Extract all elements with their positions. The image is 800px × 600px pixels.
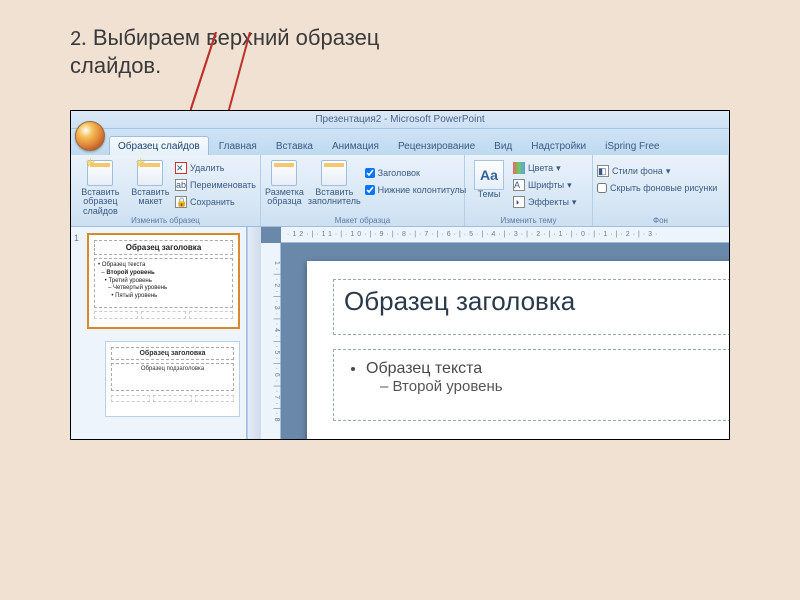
colors-button[interactable]: Цвета ▾ xyxy=(513,160,576,176)
master-layout-button[interactable]: Разметка образца xyxy=(265,157,304,207)
insert-placeholder-button[interactable]: Вставить заполнитель xyxy=(308,157,361,207)
title-placeholder-text: Образец заголовка xyxy=(344,286,575,316)
group-background-title: Фон xyxy=(593,216,728,225)
preserve-button[interactable]: 🔒Сохранить xyxy=(175,194,256,210)
delete-icon: ✕ xyxy=(175,162,187,174)
thumbnail-pane[interactable]: 1 Образец заголовка • Образец текста – В… xyxy=(71,227,247,439)
body-placeholder[interactable]: Образец текста Второй уровень Третий уро… xyxy=(333,349,729,421)
editor-canvas-area: ·12·|·11·|·10·|·9·|·8·|·7·|·6·|·5·|·4·|·… xyxy=(261,227,729,439)
work-area: 1 Образец заголовка • Образец текста – В… xyxy=(71,227,729,439)
effects-icon: ◑ xyxy=(513,196,525,208)
screenshot-frame: Презентация2 - Microsoft PowerPoint Обра… xyxy=(70,110,730,440)
insert-layout-label: Вставить макет xyxy=(130,188,171,207)
group-edit-theme: Aa Темы Цвета ▾ AШрифты ▾ ◑Эффекты ▾ Изм… xyxy=(465,155,593,226)
rename-button[interactable]: abПереименовать xyxy=(175,177,256,193)
layout-thumb-subtitle: Образец подзаголовка xyxy=(111,363,234,391)
vertical-ruler: 1·|·2·|·3·|·4·|·5·|·6·|·7·|·8 xyxy=(261,243,281,439)
tab-ispring[interactable]: iSpring Free xyxy=(596,136,668,155)
themes-label: Темы xyxy=(478,190,501,199)
title-placeholder[interactable]: Образец заголовка xyxy=(333,279,729,335)
window-titlebar: Презентация2 - Microsoft PowerPoint xyxy=(71,111,729,129)
horizontal-ruler: ·12·|·11·|·10·|·9·|·8·|·7·|·6·|·5·|·4·|·… xyxy=(281,227,729,243)
insert-layout-button[interactable]: Вставить макет xyxy=(130,157,171,207)
group-background: ◧Стили фона ▾ Скрыть фоновые рисунки Фон xyxy=(593,155,729,226)
themes-button[interactable]: Aa Темы xyxy=(469,157,509,199)
tab-slide-master[interactable]: Образец слайдов xyxy=(109,136,209,155)
placeholder-icon xyxy=(321,160,347,186)
group-edit-theme-title: Изменить тему xyxy=(465,216,592,225)
instruction-text: 2. Выбираем верхний образец слайдов. xyxy=(70,24,379,79)
group-edit-master-title: Изменить образец xyxy=(71,216,260,225)
insert-placeholder-label: Вставить заполнитель xyxy=(308,188,361,207)
insert-slide-master-button[interactable]: Вставить образец слайдов xyxy=(75,157,126,216)
slide-master-icon xyxy=(87,160,113,186)
layout-thumb-1[interactable]: Образец заголовка Образец подзаголовка xyxy=(105,341,240,417)
chk-title[interactable]: Заголовок xyxy=(365,165,467,181)
layout-thumb-title: Образец заголовка xyxy=(111,347,234,360)
insert-slide-master-label: Вставить образец слайдов xyxy=(75,188,126,216)
tab-view[interactable]: Вид xyxy=(485,136,521,155)
master-layout-icon xyxy=(271,160,297,186)
themes-icon: Aa xyxy=(474,160,504,190)
fonts-icon: A xyxy=(513,179,525,191)
group-master-layout: Разметка образца Вставить заполнитель За… xyxy=(261,155,465,226)
bg-styles-icon: ◧ xyxy=(597,165,609,177)
background-styles-button[interactable]: ◧Стили фона ▾ xyxy=(597,163,717,179)
office-button[interactable] xyxy=(75,121,105,151)
group-master-layout-title: Макет образца xyxy=(261,216,464,225)
effects-button[interactable]: ◑Эффекты ▾ xyxy=(513,194,576,210)
tab-addins[interactable]: Надстройки xyxy=(522,136,595,155)
master-slide-thumb[interactable]: Образец заголовка • Образец текста – Вто… xyxy=(87,233,240,329)
rename-icon: ab xyxy=(175,179,187,191)
tab-review[interactable]: Рецензирование xyxy=(389,136,484,155)
fonts-button[interactable]: AШрифты ▾ xyxy=(513,177,576,193)
ribbon: Вставить образец слайдов Вставить макет … xyxy=(71,155,729,227)
chk-hide-bg-graphics[interactable]: Скрыть фоновые рисунки xyxy=(597,180,717,196)
colors-icon xyxy=(513,162,525,174)
master-layout-label: Разметка образца xyxy=(265,188,304,207)
master-index: 1 xyxy=(74,233,79,243)
preserve-icon: 🔒 xyxy=(175,196,187,208)
tab-insert[interactable]: Вставка xyxy=(267,136,322,155)
delete-button[interactable]: ✕Удалить xyxy=(175,160,256,176)
master-thumb-title: Образец заголовка xyxy=(94,240,233,255)
window-title: Презентация2 - Microsoft PowerPoint xyxy=(315,114,484,125)
group-edit-master: Вставить образец слайдов Вставить макет … xyxy=(71,155,261,226)
ribbon-tab-row: Образец слайдов Главная Вставка Анимация… xyxy=(71,129,729,155)
chk-footers[interactable]: Нижние колонтитулы xyxy=(365,182,467,198)
layout-icon xyxy=(137,160,163,186)
master-thumb-body: • Образец текста – Второй уровень • Трет… xyxy=(94,258,233,308)
thumb-scrollbar[interactable] xyxy=(247,227,261,439)
slide-canvas[interactable]: Образец заголовка Образец текста Второй … xyxy=(307,261,729,439)
tab-animation[interactable]: Анимация xyxy=(323,136,388,155)
tab-home[interactable]: Главная xyxy=(210,136,266,155)
